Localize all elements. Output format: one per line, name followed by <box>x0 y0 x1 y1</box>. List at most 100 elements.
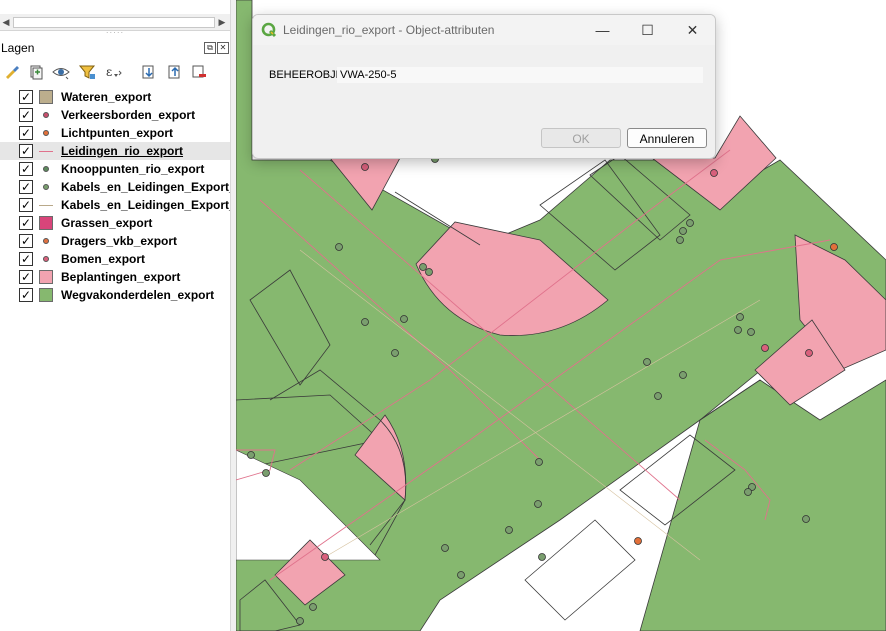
node-point <box>538 553 546 561</box>
layer-symbol-icon <box>39 234 53 248</box>
node-point <box>335 243 343 251</box>
layer-visibility-checkbox[interactable]: ✓ <box>19 180 33 194</box>
node-point <box>676 236 684 244</box>
cancel-button[interactable]: Annuleren <box>627 128 707 148</box>
close-button[interactable]: ✕ <box>670 15 715 45</box>
layer-name: Kabels_en_Leidingen_Export_lij <box>61 198 232 212</box>
layer-row[interactable]: ✓ Leidingen_rio_export <box>0 142 232 160</box>
node-point <box>425 268 433 276</box>
node-point <box>535 458 543 466</box>
minimize-button[interactable]: — <box>580 15 625 45</box>
light-point <box>830 243 838 251</box>
node-point <box>419 263 427 271</box>
scroll-right-icon[interactable]: ▶ <box>216 14 228 30</box>
layer-visibility-checkbox[interactable]: ✓ <box>19 126 33 140</box>
node-point <box>744 488 752 496</box>
layer-name: Kabels_en_Leidingen_Export_p <box>61 180 232 194</box>
layer-visibility-checkbox[interactable]: ✓ <box>19 144 33 158</box>
expression-filter-icon[interactable]: ε <box>104 63 122 81</box>
layer-row[interactable]: ✓ Bomen_export <box>0 250 232 268</box>
node-point <box>262 469 270 477</box>
qgis-logo-icon <box>261 22 277 38</box>
layer-row[interactable]: ✓ Beplantingen_export <box>0 268 232 286</box>
filter-icon[interactable] <box>78 63 96 81</box>
node-point <box>534 500 542 508</box>
field-label-beheerobje: BEHEEROBJE <box>269 69 343 81</box>
layer-row[interactable]: ✓ Grassen_export <box>0 214 232 232</box>
layer-row[interactable]: ✓ Wegvakonderdelen_export <box>0 286 232 304</box>
attribute-dialog: Leidingen_rio_export - Object-attributen… <box>252 14 716 159</box>
tree-point <box>805 349 813 357</box>
layer-symbol-icon <box>39 288 53 302</box>
layer-name: Grassen_export <box>61 216 153 230</box>
layer-symbol-icon <box>39 108 53 122</box>
layer-symbol-icon <box>39 216 53 230</box>
close-icon[interactable]: ✕ <box>217 42 229 54</box>
layer-name: Knooppunten_rio_export <box>61 162 205 176</box>
layer-visibility-checkbox[interactable]: ✓ <box>19 198 33 212</box>
layers-panel: ◀ ▶ ····· Lagen ⧉ ✕ ε ✓ Wateren_export ✓ Ve… <box>0 0 232 631</box>
layers-toolbar: ε <box>0 60 230 84</box>
node-point <box>296 617 304 625</box>
style-brush-icon[interactable] <box>3 63 21 81</box>
layer-row[interactable]: ✓ Wateren_export <box>0 88 232 106</box>
node-point <box>361 318 369 326</box>
eye-visibility-icon[interactable] <box>52 63 70 81</box>
tree-point <box>321 553 329 561</box>
dialog-title: Leidingen_rio_export - Object-attributen <box>283 23 495 37</box>
layer-row[interactable]: ✓ Knooppunten_rio_export <box>0 160 232 178</box>
dialog-titlebar[interactable]: Leidingen_rio_export - Object-attributen… <box>253 15 715 45</box>
node-point <box>247 451 255 459</box>
layer-symbol-icon <box>39 180 53 194</box>
node-point <box>734 326 742 334</box>
node-point <box>686 219 694 227</box>
scrollbar-thumb[interactable] <box>13 17 215 28</box>
layer-name: Verkeersborden_export <box>61 108 196 122</box>
node-point <box>802 515 810 523</box>
node-point <box>400 315 408 323</box>
maximize-button[interactable]: ☐ <box>625 15 670 45</box>
panel-grip[interactable]: ····· <box>100 29 130 37</box>
layer-visibility-checkbox[interactable]: ✓ <box>19 234 33 248</box>
tree-point <box>761 344 769 352</box>
layer-symbol-icon <box>39 126 53 140</box>
tree-point <box>361 163 369 171</box>
layer-name: Leidingen_rio_export <box>61 144 184 158</box>
layer-visibility-checkbox[interactable]: ✓ <box>19 270 33 284</box>
layer-name: Lichtpunten_export <box>61 126 174 140</box>
layer-row[interactable]: ✓ Lichtpunten_export <box>0 124 232 142</box>
layer-name: Wegvakonderdelen_export <box>61 288 215 302</box>
tree-point <box>710 169 718 177</box>
layer-row[interactable]: ✓ Verkeersborden_export <box>0 106 232 124</box>
layer-row[interactable]: ✓ Kabels_en_Leidingen_Export_p <box>0 178 232 196</box>
layer-visibility-checkbox[interactable]: ✓ <box>19 252 33 266</box>
node-point <box>679 227 687 235</box>
beheerobje-field[interactable] <box>337 67 703 83</box>
layer-symbol-icon <box>39 252 53 266</box>
node-point <box>736 313 744 321</box>
panel-header: Lagen ⧉ ✕ <box>0 38 230 58</box>
float-icon[interactable]: ⧉ <box>204 42 216 54</box>
remove-layer-icon[interactable] <box>190 63 208 81</box>
panel-title: Lagen <box>1 41 35 55</box>
layer-visibility-checkbox[interactable]: ✓ <box>19 90 33 104</box>
layer-symbol-icon <box>39 270 53 284</box>
layer-name: Wateren_export <box>61 90 152 104</box>
collapse-all-icon[interactable] <box>166 63 184 81</box>
node-point <box>505 526 513 534</box>
svg-text:ε: ε <box>106 65 112 79</box>
layer-visibility-checkbox[interactable]: ✓ <box>19 108 33 122</box>
layer-row[interactable]: ✓ Dragers_vkb_export <box>0 232 232 250</box>
node-point <box>643 358 651 366</box>
add-group-icon[interactable] <box>27 63 45 81</box>
layer-row[interactable]: ✓ Kabels_en_Leidingen_Export_lij <box>0 196 232 214</box>
layer-visibility-checkbox[interactable]: ✓ <box>19 216 33 230</box>
node-point <box>457 571 465 579</box>
expand-all-icon[interactable] <box>140 63 158 81</box>
layer-name: Bomen_export <box>61 252 146 266</box>
ok-button[interactable]: OK <box>541 128 621 148</box>
layer-visibility-checkbox[interactable]: ✓ <box>19 162 33 176</box>
scroll-left-icon[interactable]: ◀ <box>0 14 12 30</box>
layer-visibility-checkbox[interactable]: ✓ <box>19 288 33 302</box>
node-point <box>654 392 662 400</box>
